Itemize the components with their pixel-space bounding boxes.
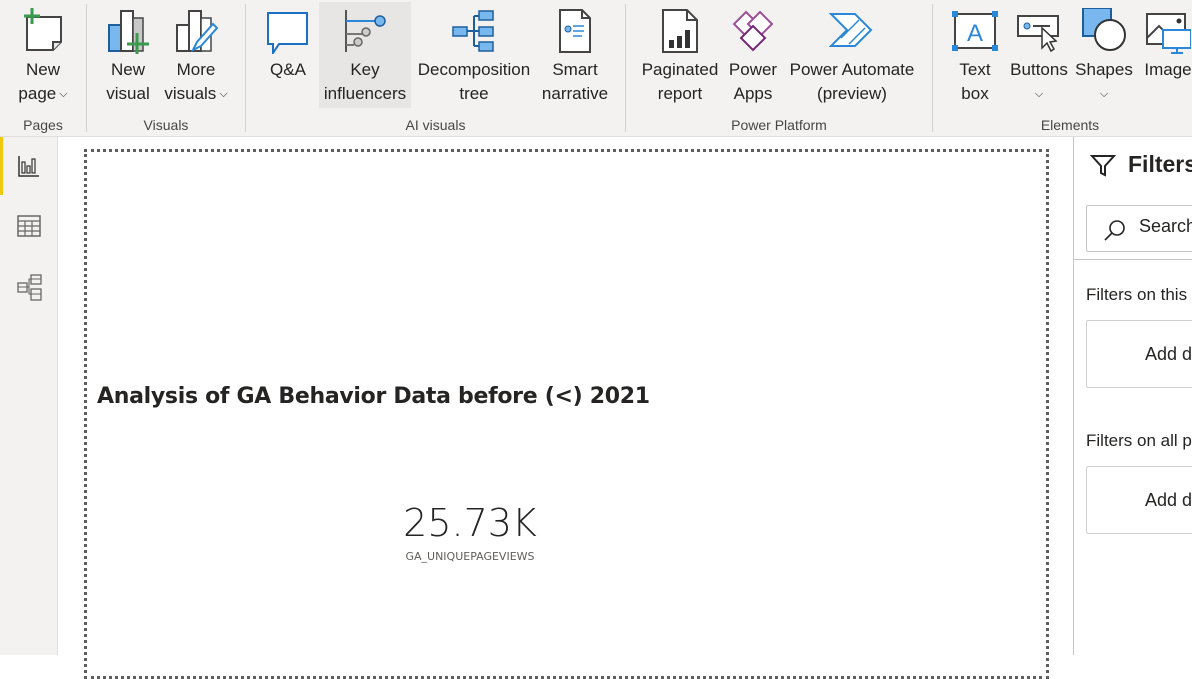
filters-pane: Filters Filters on this page Add data fi… (1073, 137, 1192, 655)
text-box-icon: A (945, 2, 1005, 58)
group-pages: New page ⌵ Pages (0, 0, 86, 137)
power-automate-button[interactable]: Power Automate (preview) (784, 2, 920, 108)
text-box-button[interactable]: A Text box (945, 2, 1005, 108)
filters-on-page-label: Filters on this page (1086, 285, 1192, 304)
svg-text:A: A (967, 20, 983, 47)
chevron-down-icon: ⌵ (1034, 88, 1044, 100)
power-apps-button[interactable]: Power Apps (726, 2, 780, 108)
report-view-button[interactable] (0, 137, 58, 195)
paginated-report-button[interactable]: Paginated report (638, 2, 722, 108)
group-power-platform: Paginated report Power Apps Power Automa… (626, 0, 932, 137)
shapes-icon (1073, 2, 1135, 58)
image-icon (1137, 2, 1192, 58)
filters-search-input[interactable] (1139, 216, 1192, 237)
chevron-down-icon: ⌵ (219, 88, 228, 100)
filters-search[interactable] (1086, 205, 1192, 252)
more-visuals-button[interactable]: More visuals ⌵ (159, 2, 233, 108)
new-visual-icon (101, 2, 155, 58)
group-visuals: New visual More visuals ⌵ Visuals (87, 0, 245, 137)
qa-button[interactable]: Q&A (262, 2, 314, 108)
filters-on-all-pages-dropzone[interactable]: Add data fields here (1086, 466, 1192, 534)
search-icon (1104, 220, 1125, 241)
card-value: 25.73K (403, 501, 537, 545)
ribbon: New page ⌵ Pages New visual More visuals ⌵… (0, 0, 1192, 137)
card-label: GA_UNIQUEPAGEVIEWS (405, 550, 535, 563)
smart-narrative-button[interactable]: Smart narrative (538, 2, 612, 108)
new-page-icon (4, 2, 82, 58)
smart-narrative-icon (538, 2, 612, 58)
power-automate-icon (784, 2, 920, 58)
more-visuals-icon (159, 2, 233, 58)
group-label-visuals: Visuals (143, 117, 189, 133)
model-view-button[interactable] (0, 257, 58, 315)
new-page-button[interactable]: New page ⌵ (4, 2, 82, 108)
filters-on-all-pages-label: Filters on all pages (1086, 431, 1192, 450)
buttons-button[interactable]: Buttons ⌵ (1007, 2, 1071, 108)
view-switcher (0, 137, 58, 655)
qa-icon (262, 2, 314, 58)
filters-on-page-dropzone[interactable]: Add data fields here (1086, 320, 1192, 388)
model-icon (17, 274, 42, 301)
power-apps-icon (726, 2, 780, 58)
key-influencers-icon (319, 2, 411, 58)
filters-divider (1074, 259, 1192, 260)
group-ai-visuals: Q&A Key influencers Decomposition tree S… (246, 0, 625, 137)
new-visual-button[interactable]: New visual (101, 2, 155, 108)
chevron-down-icon: ⌵ (59, 88, 68, 100)
image-button[interactable]: Image (1137, 2, 1192, 108)
report-title: Analysis of GA Behavior Data before (<) … (97, 384, 650, 409)
group-label-power-platform: Power Platform (731, 117, 827, 133)
bar-chart-icon (18, 156, 39, 177)
filter-icon (1090, 155, 1116, 177)
table-icon (17, 215, 41, 237)
decomposition-tree-icon (414, 2, 534, 58)
decomposition-tree-button[interactable]: Decomposition tree (414, 2, 534, 108)
group-label-ai-visuals: AI visuals (405, 117, 466, 133)
report-canvas[interactable]: Analysis of GA Behavior Data before (<) … (59, 137, 1073, 679)
data-view-button[interactable] (0, 197, 58, 255)
chevron-down-icon: ⌵ (1099, 88, 1109, 100)
selected-visual-frame[interactable] (84, 149, 1049, 679)
filters-title: Filters (1128, 151, 1192, 177)
key-influencers-button[interactable]: Key influencers (319, 2, 411, 108)
shapes-button[interactable]: Shapes ⌵ (1073, 2, 1135, 108)
paginated-report-icon (638, 2, 722, 58)
group-label-pages: Pages (23, 117, 63, 133)
group-label-elements: Elements (1040, 117, 1100, 133)
buttons-icon (1007, 2, 1071, 58)
group-elements: A Text box Buttons ⌵ Shapes ⌵ Image Elem… (933, 0, 1192, 137)
